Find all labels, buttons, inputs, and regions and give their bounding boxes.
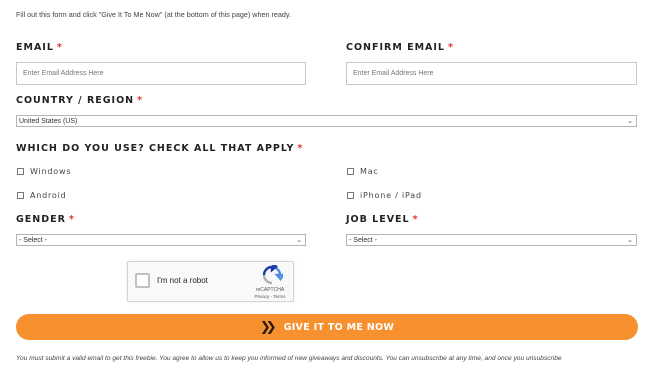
gender-selected-value: - Select - bbox=[19, 236, 48, 244]
checkbox-windows-label: Windows bbox=[30, 167, 72, 176]
recaptcha-label: I'm not a robot bbox=[157, 276, 208, 285]
checkbox-iphone-ipad-label: iPhone / iPad bbox=[360, 191, 422, 200]
checkbox-android-label: Android bbox=[30, 191, 67, 200]
required-asterisk: * bbox=[68, 214, 75, 225]
gender-label: GENDER * bbox=[16, 214, 75, 225]
country-selected-value: United States (US) bbox=[19, 117, 78, 125]
job-level-select[interactable]: - Select - ⌄ bbox=[346, 234, 637, 246]
required-asterisk: * bbox=[297, 143, 304, 154]
confirm-email-label: CONFIRM EMAIL * bbox=[346, 42, 454, 53]
confirm-email-field[interactable]: Enter Email Address Here bbox=[346, 62, 637, 85]
checkbox-icon[interactable] bbox=[347, 192, 354, 199]
recaptcha-widget: I'm not a robot reCAPTCHA Privacy - Term… bbox=[127, 261, 294, 302]
platforms-label: WHICH DO YOU USE? CHECK ALL THAT APPLY * bbox=[16, 143, 303, 154]
chevron-down-icon: ⌄ bbox=[627, 237, 633, 244]
gender-label-text: GENDER bbox=[16, 214, 66, 225]
recaptcha-checkbox[interactable] bbox=[135, 273, 150, 288]
country-select[interactable]: United States (US) ⌄ bbox=[16, 115, 637, 127]
country-label-text: COUNTRY / REGION bbox=[16, 95, 135, 106]
checkbox-windows[interactable]: Windows bbox=[17, 167, 71, 176]
form-intro-text: Fill out this form and click "Give It To… bbox=[16, 10, 291, 19]
checkbox-mac[interactable]: Mac bbox=[347, 167, 379, 176]
recaptcha-logo-icon bbox=[262, 265, 283, 285]
gender-select[interactable]: - Select - ⌄ bbox=[16, 234, 306, 246]
required-asterisk: * bbox=[137, 95, 144, 106]
submit-label: GIVE IT TO ME NOW bbox=[283, 321, 395, 333]
required-asterisk: * bbox=[56, 42, 63, 53]
country-label: COUNTRY / REGION * bbox=[16, 95, 143, 106]
disclaimer-text: You must submit a valid email to get thi… bbox=[16, 355, 562, 362]
required-asterisk: * bbox=[447, 42, 454, 53]
confirm-email-label-text: CONFIRM EMAIL bbox=[346, 42, 445, 53]
chevron-down-icon: ⌄ bbox=[296, 237, 302, 244]
checkbox-icon[interactable] bbox=[17, 168, 24, 175]
job-level-label-text: JOB LEVEL bbox=[346, 214, 410, 225]
give-it-to-me-now-button[interactable]: ❯❯ GIVE IT TO ME NOW bbox=[16, 314, 638, 340]
job-level-label: JOB LEVEL * bbox=[346, 214, 419, 225]
job-level-selected-value: - Select - bbox=[349, 236, 378, 244]
email-placeholder: Enter Email Address Here bbox=[23, 70, 104, 77]
email-label: EMAIL * bbox=[16, 42, 63, 53]
checkbox-android[interactable]: Android bbox=[17, 191, 67, 200]
platforms-label-text: WHICH DO YOU USE? CHECK ALL THAT APPLY bbox=[16, 143, 295, 154]
email-label-text: EMAIL bbox=[16, 42, 54, 53]
double-chevron-right-icon: ❯❯ bbox=[259, 319, 277, 335]
required-asterisk: * bbox=[412, 214, 419, 225]
checkbox-iphone-ipad[interactable]: iPhone / iPad bbox=[347, 191, 422, 200]
checkbox-mac-label: Mac bbox=[360, 167, 379, 176]
confirm-email-placeholder: Enter Email Address Here bbox=[353, 70, 434, 77]
recaptcha-privacy-terms-link[interactable]: Privacy - Terms bbox=[253, 294, 287, 299]
email-field[interactable]: Enter Email Address Here bbox=[16, 62, 306, 85]
chevron-down-icon: ⌄ bbox=[627, 118, 633, 125]
checkbox-icon[interactable] bbox=[17, 192, 24, 199]
checkbox-icon[interactable] bbox=[347, 168, 354, 175]
recaptcha-brand: reCAPTCHA bbox=[255, 287, 285, 293]
